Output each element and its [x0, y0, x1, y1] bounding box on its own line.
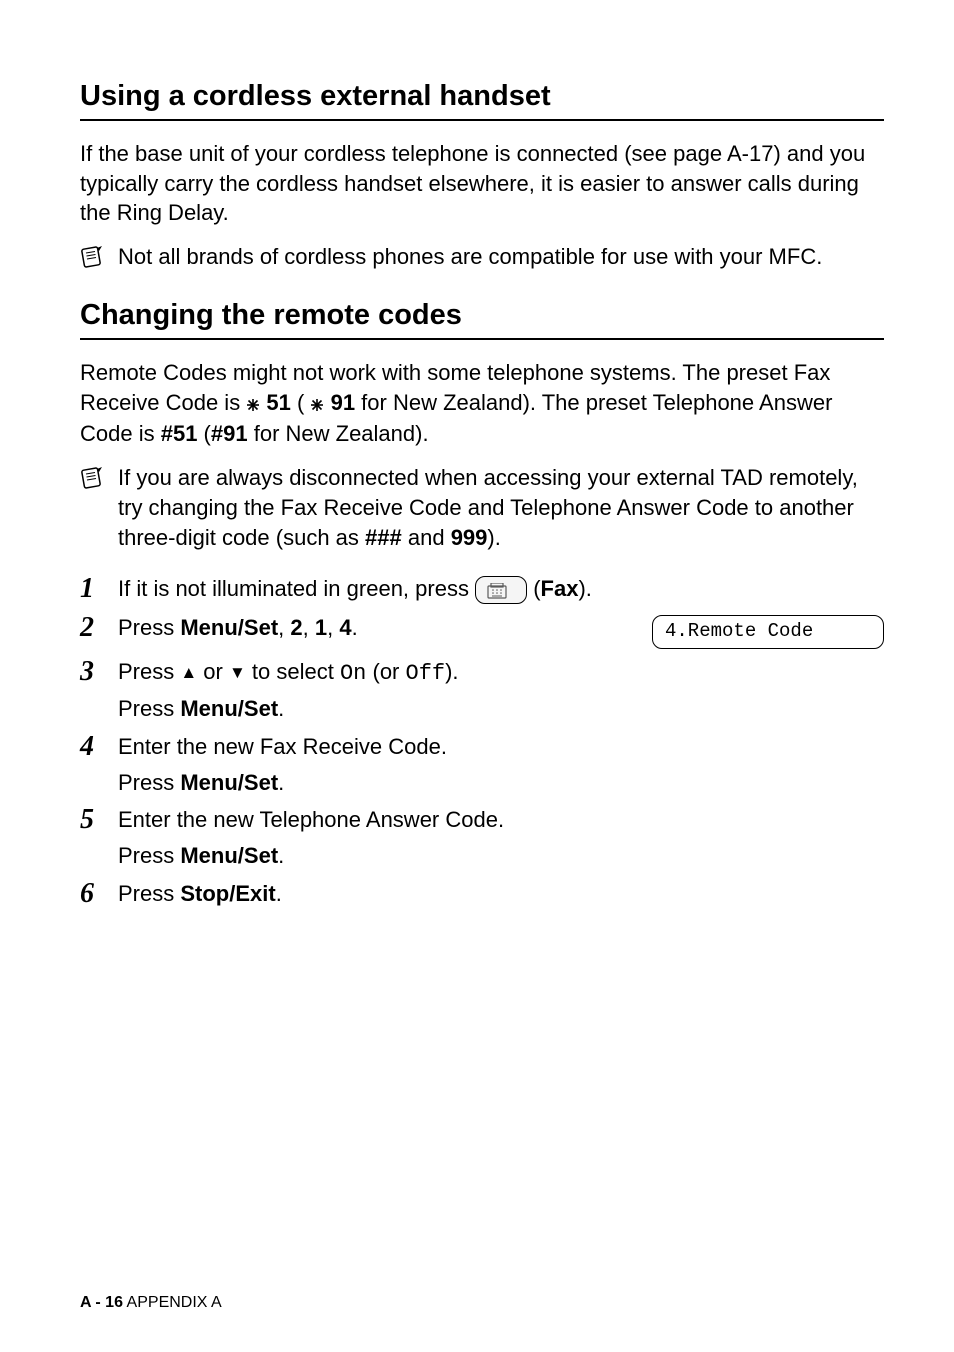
key: 1	[315, 615, 327, 640]
text: Press	[118, 843, 180, 868]
text: (	[197, 421, 210, 446]
step-6: 6 Press Stop/Exit.	[80, 879, 884, 910]
text: Enter the new Telephone Answer Code.	[118, 805, 884, 835]
note-row-disconnect: If you are always disconnected when acce…	[80, 463, 884, 552]
text: Press	[118, 659, 180, 684]
star-icon	[310, 390, 324, 420]
page-number: A - 16	[80, 1294, 123, 1311]
step-number: 6	[80, 879, 102, 910]
text: ,	[327, 615, 339, 640]
text: (	[533, 576, 540, 601]
text: and	[402, 525, 451, 550]
text: (	[291, 390, 311, 415]
text: ).	[578, 576, 591, 601]
note-row-compatibility: Not all brands of cordless phones are co…	[80, 242, 884, 275]
code: 51	[260, 390, 291, 415]
code: 999	[451, 525, 488, 550]
text: Press	[118, 770, 180, 795]
step-content: Enter the new Fax Receive Code. Press Me…	[118, 732, 884, 797]
text: .	[278, 770, 284, 795]
para-cordless-intro: If the base unit of your cordless teleph…	[80, 139, 884, 228]
text: (or	[366, 659, 405, 684]
step-5: 5 Enter the new Telephone Answer Code. P…	[80, 805, 884, 870]
step-number: 4	[80, 732, 102, 763]
fax-label: Fax	[541, 576, 579, 601]
note-icon	[80, 465, 108, 496]
key: 4	[339, 615, 351, 640]
step-content: Press ▲ or ▼ to select On (or Off). Pres…	[118, 657, 884, 724]
step-number: 3	[80, 657, 102, 688]
note-icon	[80, 244, 108, 275]
text: or	[197, 659, 229, 684]
menu-set: Menu/Set	[180, 615, 278, 640]
step-content: 4.Remote Code Press Menu/Set, 2, 1, 4.	[118, 613, 884, 649]
arrow-up-icon: ▲	[180, 663, 197, 682]
text: .	[276, 881, 282, 906]
code: 91	[324, 390, 355, 415]
text: Enter the new Fax Receive Code.	[118, 732, 884, 762]
text: Press	[118, 881, 180, 906]
menu-set: Menu/Set	[180, 843, 278, 868]
heading-cordless-handset: Using a cordless external handset	[80, 80, 884, 121]
step-content: Enter the new Telephone Answer Code. Pre…	[118, 805, 884, 870]
note-text-compatibility: Not all brands of cordless phones are co…	[118, 242, 822, 272]
appendix-label: APPENDIX A	[123, 1294, 222, 1311]
note-text-disconnect: If you are always disconnected when acce…	[118, 463, 884, 552]
text: .	[278, 696, 284, 721]
arrow-down-icon: ▼	[229, 663, 246, 682]
menu-set: Menu/Set	[180, 696, 278, 721]
text: ).	[445, 659, 458, 684]
step-number: 1	[80, 574, 102, 605]
step-content: If it is not illuminated in green, press…	[118, 574, 884, 604]
heading-remote-codes: Changing the remote codes	[80, 299, 884, 340]
text: ).	[487, 525, 500, 550]
steps-list: 1 If it is not illuminated in green, pre…	[80, 574, 884, 909]
on-option: On	[340, 661, 366, 686]
step-2: 2 4.Remote Code Press Menu/Set, 2, 1, 4.	[80, 613, 884, 649]
step-content: Press Stop/Exit.	[118, 879, 884, 909]
fax-button-icon	[475, 576, 527, 604]
text: to select	[246, 659, 340, 684]
text: .	[278, 843, 284, 868]
para-remote-intro: Remote Codes might not work with some te…	[80, 358, 884, 449]
page-footer: A - 16 APPENDIX A	[80, 1294, 222, 1312]
step-number: 2	[80, 613, 102, 644]
step-1: 1 If it is not illuminated in green, pre…	[80, 574, 884, 605]
text: ,	[278, 615, 290, 640]
menu-set: Menu/Set	[180, 770, 278, 795]
text: Press	[118, 615, 180, 640]
lcd-display: 4.Remote Code	[652, 615, 884, 649]
text: ,	[303, 615, 315, 640]
text: Press	[118, 696, 180, 721]
key: 2	[290, 615, 302, 640]
star-icon	[246, 390, 260, 420]
step-3: 3 Press ▲ or ▼ to select On (or Off). Pr…	[80, 657, 884, 724]
text: .	[352, 615, 358, 640]
off-option: Off	[406, 661, 446, 686]
step-4: 4 Enter the new Fax Receive Code. Press …	[80, 732, 884, 797]
text: If it is not illuminated in green, press	[118, 576, 475, 601]
stop-exit: Stop/Exit	[180, 881, 275, 906]
step-number: 5	[80, 805, 102, 836]
code: #91	[211, 421, 248, 446]
text: for New Zealand).	[248, 421, 429, 446]
code: ###	[365, 525, 402, 550]
code: #51	[161, 421, 198, 446]
